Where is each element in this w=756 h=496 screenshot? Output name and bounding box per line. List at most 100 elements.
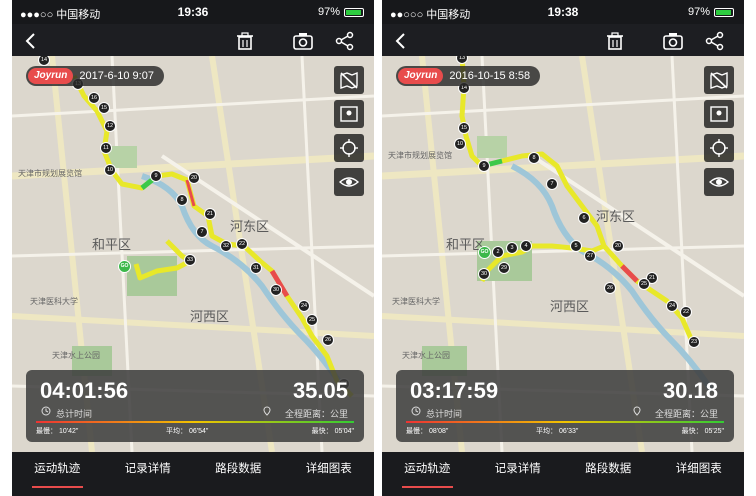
- pace-gradient-bar: [406, 421, 724, 423]
- camera-icon[interactable]: [662, 30, 684, 52]
- tab-segment-data[interactable]: 路段数据: [193, 452, 284, 496]
- total-distance: 30.18: [662, 378, 718, 403]
- battery-text: 97%: [687, 6, 710, 18]
- bottom-tabs: 运动轨迹 记录详情 路段数据 详细图表: [382, 452, 744, 496]
- km-marker: 32: [220, 240, 232, 252]
- poi-label: 天津医科大学: [30, 297, 78, 306]
- km-marker: 22: [236, 238, 248, 250]
- duration-label: 总计时间: [56, 409, 93, 419]
- tab-detailed-charts[interactable]: 详细图表: [654, 452, 745, 496]
- tab-route[interactable]: 运动轨迹: [382, 452, 473, 496]
- locate-button[interactable]: [704, 134, 734, 162]
- clock-icon: [411, 406, 421, 416]
- km-marker: 22: [680, 306, 692, 318]
- camera-icon[interactable]: [292, 30, 314, 52]
- trash-icon[interactable]: [234, 30, 256, 52]
- start-marker: GO: [478, 246, 491, 259]
- km-marker: 29: [498, 262, 510, 274]
- map-hide-button[interactable]: [334, 66, 364, 94]
- bottom-tabs: 运动轨迹 记录详情 路段数据 详细图表: [12, 452, 374, 496]
- km-marker: 30: [478, 268, 490, 280]
- fastest-pace: 最快： 05'25": [681, 428, 724, 435]
- map-image-button[interactable]: [704, 100, 734, 128]
- eye-button[interactable]: [704, 168, 734, 196]
- km-marker: 23: [688, 336, 700, 348]
- phone-screen-right: ●●○○○ 中国移动 19:38 97% 河东区 和平区 河西区 天津医科大学 …: [382, 0, 744, 496]
- km-marker: 4: [520, 240, 532, 252]
- total-distance: 35.05: [292, 378, 348, 403]
- toolbar: [382, 24, 744, 56]
- km-marker: 30: [270, 284, 282, 296]
- back-icon[interactable]: [20, 30, 42, 52]
- record-badge: Joyrun 2017-6-10 9:07: [26, 66, 164, 86]
- district-label: 河东区: [596, 209, 636, 224]
- poi-label: 天津医科大学: [392, 297, 440, 306]
- km-marker: 6: [578, 212, 590, 224]
- map-hide-button[interactable]: [704, 66, 734, 94]
- battery-icon: [344, 8, 364, 17]
- record-datetime: 2017-6-10 9:07: [79, 70, 154, 82]
- pin-icon: [633, 406, 641, 416]
- map-hide-icon: [340, 71, 358, 89]
- locate-icon: [340, 139, 358, 157]
- km-marker: 33: [184, 254, 196, 266]
- km-marker: 2: [492, 246, 504, 258]
- tab-record-details[interactable]: 记录详情: [103, 452, 194, 496]
- map-hide-icon: [710, 71, 728, 89]
- locate-button[interactable]: [334, 134, 364, 162]
- km-marker: 7: [546, 178, 558, 190]
- km-marker: 12: [104, 120, 116, 132]
- km-marker: 15: [98, 102, 110, 114]
- stats-panel: 03:17:59 30.18 总计时间 全程距离：公里 最慢： 08'08" 平…: [396, 370, 734, 442]
- km-marker: 21: [204, 208, 216, 220]
- slowest-pace: 最慢： 10'42": [36, 428, 79, 435]
- pace-gradient-bar: [36, 421, 354, 423]
- start-marker: GO: [118, 260, 131, 273]
- km-marker: 27: [584, 250, 596, 262]
- district-label: 河西区: [190, 309, 230, 324]
- km-marker: 26: [322, 334, 334, 346]
- average-pace: 平均： 06'54": [166, 428, 209, 435]
- km-marker: 8: [176, 194, 188, 206]
- back-icon[interactable]: [390, 30, 412, 52]
- km-marker: 3: [506, 242, 518, 254]
- tab-record-details[interactable]: 记录详情: [473, 452, 564, 496]
- km-marker: 5: [570, 240, 582, 252]
- tab-detailed-charts[interactable]: 详细图表: [284, 452, 375, 496]
- share-icon[interactable]: [704, 30, 726, 52]
- average-pace: 平均： 06'33": [536, 428, 579, 435]
- km-marker: 9: [478, 160, 490, 172]
- district-label: 河东区: [230, 219, 270, 234]
- battery-text: 97%: [317, 6, 340, 18]
- km-marker: 10: [104, 164, 116, 176]
- distance-label: 全程距离：公里: [284, 409, 348, 419]
- eye-button[interactable]: [334, 168, 364, 196]
- pin-icon: [263, 406, 271, 416]
- km-marker: 26: [604, 282, 616, 294]
- poi-label: 天津市规划展览馆: [18, 169, 82, 178]
- eye-icon: [338, 177, 360, 187]
- poi-label: 天津水上公园: [52, 351, 100, 360]
- map-image-button[interactable]: [334, 100, 364, 128]
- trash-icon[interactable]: [604, 30, 626, 52]
- tab-segment-data[interactable]: 路段数据: [563, 452, 654, 496]
- km-marker: 7: [196, 226, 208, 238]
- km-marker: 11: [100, 142, 112, 154]
- toolbar: [12, 24, 374, 56]
- status-bar: ●●○○○ 中国移动 19:38 97%: [382, 0, 744, 24]
- km-marker: 9: [150, 170, 162, 182]
- total-duration: 03:17:59: [410, 378, 499, 403]
- km-marker: 24: [298, 300, 310, 312]
- km-marker: 20: [612, 240, 624, 252]
- km-marker: 15: [458, 122, 470, 134]
- km-marker: 20: [188, 172, 200, 184]
- brand-logo: Joyrun: [28, 68, 74, 84]
- share-icon[interactable]: [334, 30, 356, 52]
- district-label: 河西区: [550, 299, 590, 314]
- locate-icon: [710, 139, 728, 157]
- km-marker: 31: [250, 262, 262, 274]
- km-marker: 24: [666, 300, 678, 312]
- tab-route[interactable]: 运动轨迹: [12, 452, 103, 496]
- brand-logo: Joyrun: [398, 68, 444, 84]
- km-marker: 8: [528, 152, 540, 164]
